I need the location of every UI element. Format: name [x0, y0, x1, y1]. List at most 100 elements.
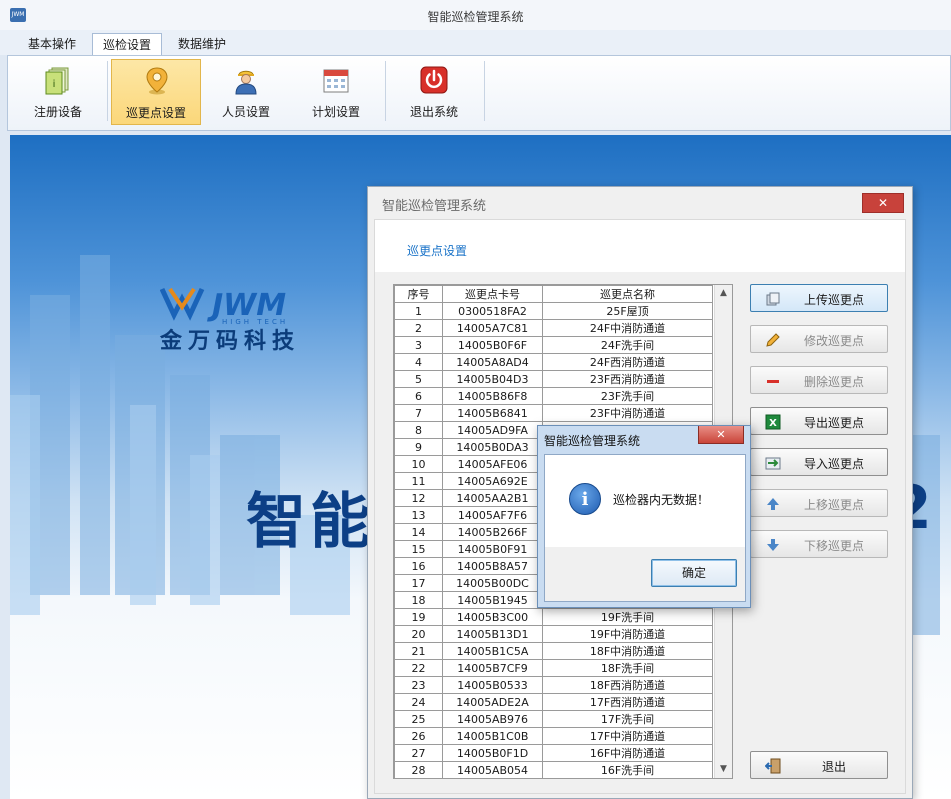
cell-checkpoint-name: 23F中消防通道	[542, 404, 713, 422]
cell-card-number: 14005B13D1	[442, 625, 543, 643]
move-up-checkpoint-button[interactable]: 上移巡更点	[750, 489, 888, 517]
cell-card-number: 14005B0F91	[442, 540, 543, 558]
plan-settings-button[interactable]: 计划设置	[291, 59, 381, 125]
table-row[interactable]: 6 14005B86F8 23F洗手间	[394, 387, 713, 405]
cell-index: 25	[394, 710, 443, 728]
cell-index: 14	[394, 523, 443, 541]
edit-checkpoint-label: 修改巡更点	[803, 334, 864, 348]
table-row[interactable]: 22 14005B7CF9 18F洗手间	[394, 659, 713, 677]
delete-checkpoint-label: 删除巡更点	[803, 375, 864, 389]
worker-icon	[235, 70, 257, 95]
exit-dialog-button[interactable]: 退出	[750, 751, 888, 779]
cell-index: 4	[394, 353, 443, 371]
table-row[interactable]: 26 14005B1C0B 17F中消防通道	[394, 727, 713, 745]
exit-system-label: 退出系统	[409, 105, 458, 119]
table-row[interactable]: 3 14005B0F6F 24F洗手间	[394, 336, 713, 354]
scroll-down-arrow-icon[interactable]: ▼	[715, 761, 732, 778]
window-title: 智能巡检管理系统	[427, 10, 524, 24]
export-checkpoint-button[interactable]: X 导出巡更点	[750, 407, 888, 435]
dialog-close-button[interactable]: ✕	[862, 193, 904, 213]
cell-card-number: 14005A7C81	[442, 319, 543, 337]
cell-index: 2	[394, 319, 443, 337]
table-row[interactable]: 7 14005B6841 23F中消防通道	[394, 404, 713, 422]
upload-icon	[766, 292, 780, 306]
message-text: 巡检器内无数据！	[613, 493, 710, 507]
tab-basic-operations[interactable]: 基本操作	[18, 33, 86, 55]
table-row[interactable]: 1 0300518FA2 25F屋顶	[394, 302, 713, 320]
table-row[interactable]: 4 14005A8AD4 24F西消防通道	[394, 353, 713, 371]
import-icon	[765, 457, 781, 470]
column-header-checkpoint-name[interactable]: 巡更点名称	[542, 285, 713, 303]
table-row[interactable]: 27 14005B0F1D 16F中消防通道	[394, 744, 713, 762]
cell-index: 26	[394, 727, 443, 745]
cell-index: 10	[394, 455, 443, 473]
delete-checkpoint-button[interactable]: 删除巡更点	[750, 366, 888, 394]
column-header-index[interactable]: 序号	[394, 285, 443, 303]
cell-card-number: 14005A8AD4	[442, 353, 543, 371]
cell-checkpoint-name: 24F洗手间	[542, 336, 713, 354]
cell-checkpoint-name: 16F洗手间	[542, 761, 713, 778]
ok-button[interactable]: 确定	[651, 559, 737, 587]
tab-inspection-settings[interactable]: 巡检设置	[92, 33, 163, 55]
checkpoint-settings-label: 巡更点设置	[125, 106, 186, 120]
tab-data-maintenance[interactable]: 数据维护	[168, 33, 236, 55]
column-header-card-number[interactable]: 巡更点卡号	[442, 285, 543, 303]
cell-index: 13	[394, 506, 443, 524]
minus-icon	[767, 380, 779, 383]
cell-card-number: 14005B1945	[442, 591, 543, 609]
scroll-up-arrow-icon[interactable]: ▲	[715, 285, 732, 302]
cell-index: 21	[394, 642, 443, 660]
cell-card-number: 14005B86F8	[442, 387, 543, 405]
move-down-checkpoint-label: 下移巡更点	[803, 539, 864, 553]
table-row[interactable]: 23 14005B0533 18F西消防通道	[394, 676, 713, 694]
tab-bar: 基本操作 巡检设置 数据维护	[0, 30, 951, 55]
cell-checkpoint-name: 16F中消防通道	[542, 744, 713, 762]
table-row[interactable]: 28 14005AB054 16F洗手间	[394, 761, 713, 778]
register-device-button[interactable]: i 注册设备	[13, 59, 103, 125]
personnel-settings-button[interactable]: 人员设置	[201, 59, 291, 125]
cell-card-number: 0300518FA2	[442, 302, 543, 320]
arrow-down-icon	[767, 539, 779, 551]
window-titlebar: JWM 智能巡检管理系统	[0, 0, 951, 30]
cell-index: 19	[394, 608, 443, 626]
cell-index: 24	[394, 693, 443, 711]
calendar-icon	[323, 69, 349, 93]
import-checkpoint-button[interactable]: 导入巡更点	[750, 448, 888, 476]
move-down-checkpoint-button[interactable]: 下移巡更点	[750, 530, 888, 558]
table-row[interactable]: 21 14005B1C5A 18F中消防通道	[394, 642, 713, 660]
cell-checkpoint-name: 18F洗手间	[542, 659, 713, 677]
upload-checkpoint-button[interactable]: 上传巡更点	[750, 284, 888, 312]
company-name: 金万码科技	[160, 329, 301, 354]
table-row[interactable]: 19 14005B3C00 19F洗手间	[394, 608, 713, 626]
table-row[interactable]: 20 14005B13D1 19F中消防通道	[394, 625, 713, 643]
table-row[interactable]: 5 14005B04D3 23F西消防通道	[394, 370, 713, 388]
location-pin-icon	[146, 67, 168, 95]
exit-system-button[interactable]: 退出系统	[389, 59, 479, 125]
plan-settings-label: 计划设置	[311, 105, 360, 119]
cell-index: 11	[394, 472, 443, 490]
table-row[interactable]: 2 14005A7C81 24F中消防通道	[394, 319, 713, 337]
message-box-close-button[interactable]: ✕	[698, 426, 744, 444]
table-row[interactable]: 25 14005AB976 17F洗手间	[394, 710, 713, 728]
register-device-icon: i	[45, 67, 69, 95]
cell-index: 7	[394, 404, 443, 422]
dialog-title: 智能巡检管理系统	[382, 199, 487, 214]
cell-card-number: 14005B1C0B	[442, 727, 543, 745]
cell-index: 8	[394, 421, 443, 439]
exit-dialog-label: 退出	[821, 760, 846, 774]
cell-checkpoint-name: 24F中消防通道	[542, 319, 713, 337]
checkpoint-settings-button[interactable]: 巡更点设置	[111, 59, 201, 125]
cell-index: 3	[394, 336, 443, 354]
table-row[interactable]: 24 14005ADE2A 17F西消防通道	[394, 693, 713, 711]
ribbon-separator	[484, 61, 485, 121]
cell-card-number: 14005B3C00	[442, 608, 543, 626]
close-icon: ✕	[716, 428, 726, 441]
cell-card-number: 14005AB976	[442, 710, 543, 728]
cell-card-number: 14005B6841	[442, 404, 543, 422]
cell-index: 27	[394, 744, 443, 762]
cell-card-number: 14005AFE06	[442, 455, 543, 473]
cell-checkpoint-name: 18F西消防通道	[542, 676, 713, 694]
cell-card-number: 14005B8A57	[442, 557, 543, 575]
cell-card-number: 14005B0F1D	[442, 744, 543, 762]
edit-checkpoint-button[interactable]: 修改巡更点	[750, 325, 888, 353]
